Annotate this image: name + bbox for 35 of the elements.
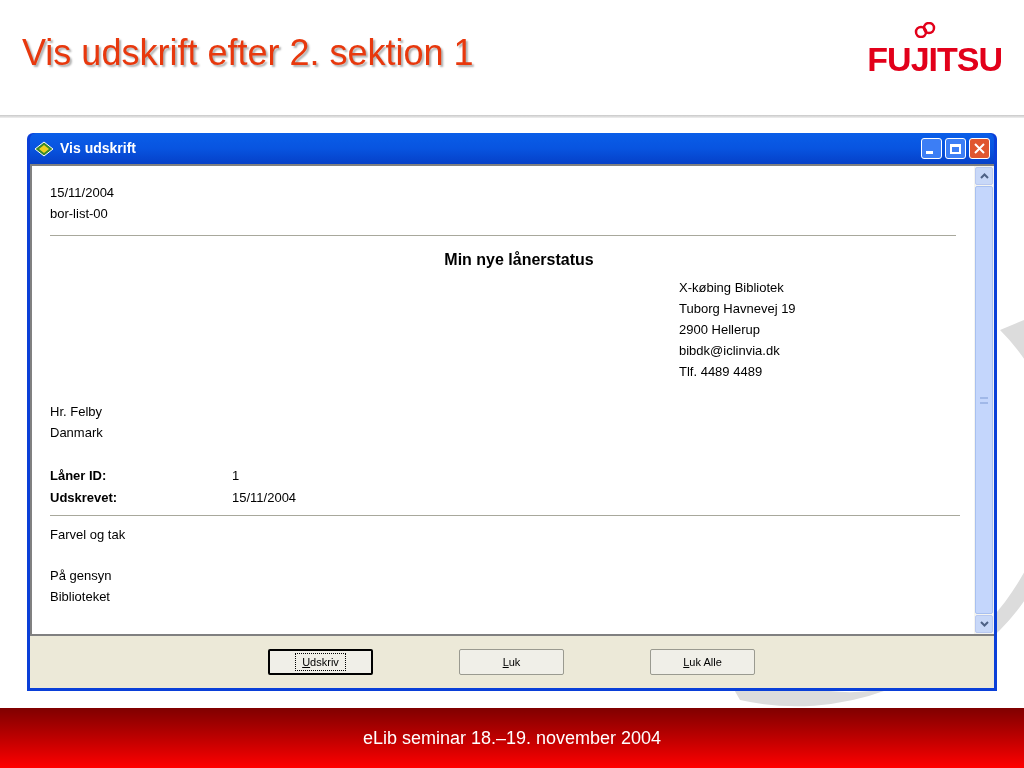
maximize-button[interactable] (945, 138, 966, 159)
field-label: Låner ID: (50, 467, 108, 485)
document-heading: Min nye lånerstatus (444, 250, 594, 270)
closing-line: Farvel og tak (50, 526, 127, 544)
report-id: bor-list-00 (50, 205, 109, 223)
close-button[interactable] (969, 138, 990, 159)
slide-title: Vis udskrift efter 2. sektion 1 (22, 30, 474, 75)
close-icon (974, 143, 985, 154)
slide-footer: eLib seminar 18.–19. november 2004 (362, 724, 662, 752)
recipient-line: Hr. Felby (50, 403, 103, 421)
address-line: Tlf. 4489 4489 (679, 363, 764, 381)
signature-line: Biblioteket (50, 588, 111, 606)
scrollbar[interactable] (974, 166, 994, 634)
address-line: 2900 Hellerup (679, 321, 761, 339)
caret-up-icon (979, 173, 989, 179)
address-line: X-købing Bibliotek (679, 279, 785, 297)
scroll-thumb[interactable] (975, 186, 993, 614)
address-line: bibdk@iclinvia.dk (679, 342, 781, 360)
print-date: 15/11/2004 (50, 184, 116, 202)
dialog-button[interactable]: Udskriv (268, 649, 373, 675)
field-value: 1 (232, 467, 240, 485)
address-line: Tuborg Havnevej 19 (679, 300, 797, 318)
scroll-down-button[interactable] (975, 615, 993, 633)
dialog-button[interactable]: Luk (459, 649, 564, 675)
dialog-button[interactable]: Luk Alle (650, 649, 755, 675)
window-icon (34, 140, 54, 157)
scroll-up-button[interactable] (975, 167, 993, 185)
field-label: Udskrevet: (50, 489, 119, 507)
signature-line: På gensyn (50, 567, 113, 585)
recipient-line: Danmark (50, 424, 104, 442)
window-title: Vis udskrift (60, 139, 136, 158)
minimize-button[interactable] (921, 138, 942, 159)
field-value: 15/11/2004 (232, 489, 297, 507)
logo: FUJITSU (867, 20, 1002, 85)
caret-down-icon (979, 621, 989, 627)
